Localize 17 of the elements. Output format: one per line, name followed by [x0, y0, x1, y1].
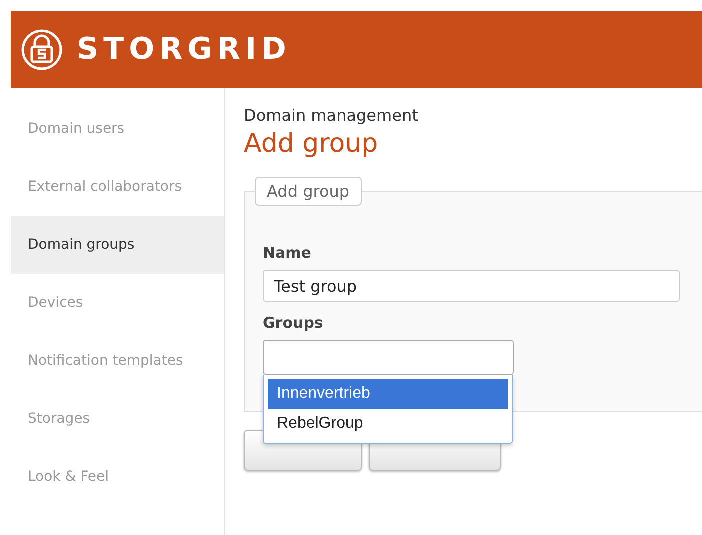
padlock-logo-icon: [21, 28, 63, 70]
sidebar-item[interactable]: Notification templates: [11, 332, 224, 390]
sidebar-item[interactable]: External collaborators: [11, 158, 224, 216]
dropdown-option[interactable]: Innenvertrieb: [268, 379, 508, 409]
field-label: Groups: [263, 314, 324, 332]
fieldset-legend: Add group: [255, 177, 362, 206]
sidebar-item[interactable]: Domain groups: [11, 216, 224, 274]
sidebar-item[interactable]: Domain users: [11, 100, 224, 158]
sidebar-item[interactable]: Look & Feel: [11, 448, 224, 506]
field-label: Name: [263, 244, 312, 262]
brand-name: STORGRID: [77, 32, 292, 67]
groups-select-field[interactable]: [263, 340, 514, 375]
sidebar-item[interactable]: Devices: [11, 274, 224, 332]
name-input-field[interactable]: Test group: [263, 270, 680, 302]
breadcrumb: Domain management: [244, 106, 420, 125]
sidebar-item[interactable]: Storages: [11, 390, 224, 448]
page-title: Add group: [244, 129, 380, 159]
